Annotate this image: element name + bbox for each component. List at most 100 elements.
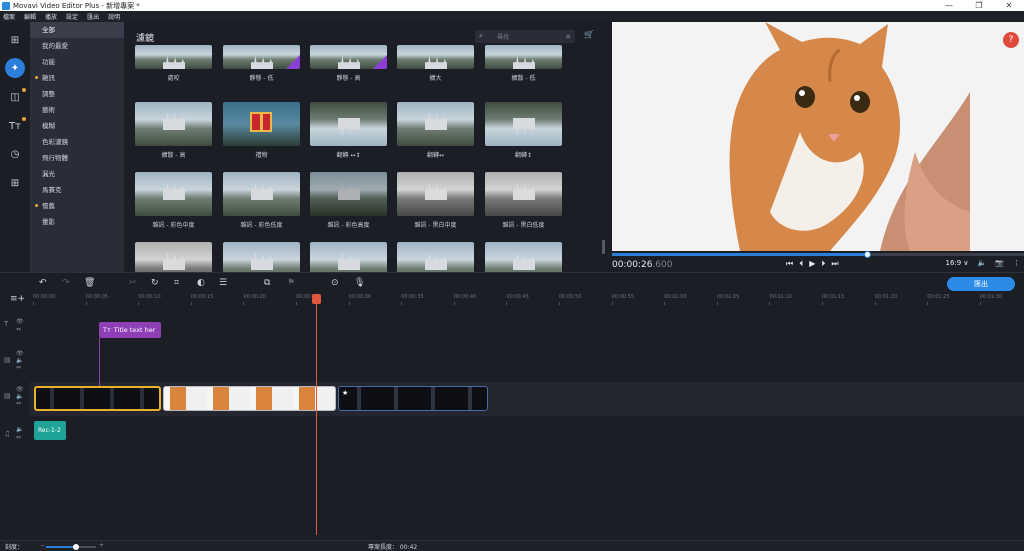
- filter-tile[interactable]: 雜訊 - 黑白低度: [485, 172, 562, 229]
- snapshot-icon[interactable]: 📷: [995, 259, 1004, 267]
- more-tools-button[interactable]: ⊞: [5, 173, 25, 193]
- play-icon[interactable]: ▶: [809, 259, 815, 269]
- link-icon[interactable]: ⇔: [16, 364, 21, 371]
- filter-tile[interactable]: 雜訊 - 彩色高度: [310, 172, 387, 229]
- filter-tile[interactable]: 靜態 - 低: [223, 45, 300, 82]
- more-icon[interactable]: ⋮: [1013, 259, 1020, 267]
- filter-tile[interactable]: 翻轉↔: [397, 102, 474, 159]
- progress-knob[interactable]: [864, 251, 872, 258]
- filter-tile[interactable]: 翻轉↕: [485, 102, 562, 159]
- zoom-knob[interactable]: [73, 544, 79, 550]
- import-button[interactable]: ⊞: [5, 30, 25, 50]
- link-icon[interactable]: ⇔: [16, 326, 21, 333]
- playback-progress[interactable]: [612, 251, 1024, 258]
- panel-resize-handle[interactable]: [602, 240, 605, 254]
- volume-icon[interactable]: 🔈: [978, 259, 987, 267]
- menu-help[interactable]: 說明: [108, 12, 120, 21]
- maximize-button[interactable]: ❐: [964, 0, 994, 11]
- category-item[interactable]: 色彩濾鏡: [30, 134, 124, 150]
- video-clip-selected[interactable]: [34, 386, 161, 411]
- filter-tile[interactable]: 禮物: [223, 102, 300, 159]
- mute-icon[interactable]: 🔈: [16, 393, 23, 400]
- overlay-icon[interactable]: ⧉: [264, 278, 270, 288]
- filter-tile[interactable]: 雜訊 - 彩色低度: [223, 172, 300, 229]
- playhead-handle[interactable]: [312, 294, 321, 304]
- audio-clip[interactable]: Rec-1-2: [34, 421, 66, 440]
- category-item[interactable]: 馬賽克: [30, 182, 124, 198]
- menu-file[interactable]: 檔案: [3, 12, 15, 21]
- cart-icon[interactable]: 🛒: [584, 30, 594, 39]
- export-button[interactable]: 匯出: [947, 277, 1015, 291]
- menu-edit[interactable]: 編輯: [24, 12, 36, 21]
- filter-tile[interactable]: [485, 242, 562, 272]
- cut-icon[interactable]: ✂: [129, 278, 137, 288]
- zoom-in-icon[interactable]: +: [99, 542, 104, 549]
- zoom-out-icon[interactable]: −: [40, 542, 45, 549]
- crop-icon[interactable]: ⌗: [174, 278, 179, 288]
- filter-tile[interactable]: 擴散 - 低: [485, 45, 562, 82]
- filter-tile[interactable]: 擴散 - 高: [135, 102, 212, 159]
- category-item[interactable]: 雜訊: [30, 70, 124, 86]
- link-icon[interactable]: ⇔: [16, 400, 21, 407]
- filter-tile[interactable]: [397, 242, 474, 272]
- mute-icon[interactable]: 🔈: [16, 357, 23, 364]
- delete-icon[interactable]: 🗑: [84, 278, 95, 288]
- clear-icon[interactable]: ✕: [565, 33, 571, 41]
- visibility-icon[interactable]: 👁: [16, 350, 24, 357]
- add-track-icon[interactable]: ≡+: [10, 294, 25, 304]
- stickers-button[interactable]: ◷: [5, 144, 25, 164]
- microphone-icon[interactable]: 🎙: [354, 278, 365, 288]
- search-input[interactable]: ⌕ 尋找 ✕: [475, 30, 575, 43]
- filter-tile[interactable]: 雜訊 - 彩色中度: [135, 172, 212, 229]
- category-item[interactable]: 藝術: [30, 102, 124, 118]
- filter-tile[interactable]: 翻轉 ↔↕: [310, 102, 387, 159]
- mute-icon[interactable]: 🔈: [16, 426, 23, 433]
- category-item[interactable]: 漏光: [30, 166, 124, 182]
- minimize-button[interactable]: —: [934, 0, 964, 11]
- filter-tile[interactable]: [135, 242, 212, 272]
- category-item[interactable]: 暈影: [30, 214, 124, 230]
- filter-tile[interactable]: [310, 242, 387, 272]
- zoom-slider[interactable]: [46, 544, 96, 550]
- close-button[interactable]: ✕: [994, 0, 1024, 11]
- category-item[interactable]: 調整: [30, 86, 124, 102]
- filter-tile[interactable]: 處咬: [135, 45, 212, 82]
- titles-button[interactable]: Tт: [5, 116, 26, 136]
- prev-frame-icon[interactable]: ⏴: [799, 259, 803, 269]
- aspect-ratio-select[interactable]: 16:9 ∨: [945, 259, 968, 267]
- filter-tile[interactable]: [223, 242, 300, 272]
- location-icon[interactable]: ⊙: [331, 278, 339, 288]
- redo-icon[interactable]: ↷: [62, 278, 70, 288]
- category-item[interactable]: 飛行物體: [30, 150, 124, 166]
- menu-export[interactable]: 匯出: [87, 12, 99, 21]
- filter-tile[interactable]: 雜訊 - 黑白中度: [397, 172, 474, 229]
- video-clip-cat[interactable]: [163, 386, 336, 411]
- filter-tile[interactable]: 靜態 - 高: [310, 45, 387, 82]
- visibility-icon[interactable]: 👁: [16, 386, 24, 393]
- filters-button[interactable]: ✦: [5, 58, 25, 78]
- skip-start-icon[interactable]: ⏮: [786, 259, 793, 269]
- next-frame-icon[interactable]: ⏵: [821, 259, 825, 269]
- undo-icon[interactable]: ↶: [39, 278, 47, 288]
- link-icon[interactable]: ⇔: [16, 434, 21, 441]
- help-button[interactable]: ?: [1003, 32, 1019, 48]
- skip-end-icon[interactable]: ⏭: [831, 259, 838, 269]
- marker-icon[interactable]: ⚑: [287, 278, 295, 288]
- category-item[interactable]: 懷舊: [30, 198, 124, 214]
- menu-settings[interactable]: 設定: [66, 12, 78, 21]
- menu-playback[interactable]: 播放: [45, 12, 57, 21]
- time-ruler[interactable]: ≡+ 00:00:00 00:00:05 00:00:10 00:00:15 00:00…: [0, 294, 1024, 306]
- transitions-button[interactable]: ◫: [5, 87, 26, 107]
- color-adjust-icon[interactable]: ◐: [197, 278, 205, 288]
- title-clip[interactable]: Tт Title text her: [99, 322, 161, 338]
- playhead-line[interactable]: [316, 294, 317, 535]
- category-item[interactable]: 我的最愛: [30, 38, 124, 54]
- category-item[interactable]: 模糊: [30, 118, 124, 134]
- clip-properties-icon[interactable]: ☰: [219, 278, 227, 288]
- category-item[interactable]: 功能: [30, 54, 124, 70]
- rotate-icon[interactable]: ↻: [151, 278, 159, 288]
- filter-tile[interactable]: 擴大: [397, 45, 474, 82]
- video-clip-dark[interactable]: ★: [338, 386, 488, 411]
- visibility-icon[interactable]: 👁: [16, 318, 24, 325]
- category-item[interactable]: 全部: [30, 22, 124, 38]
